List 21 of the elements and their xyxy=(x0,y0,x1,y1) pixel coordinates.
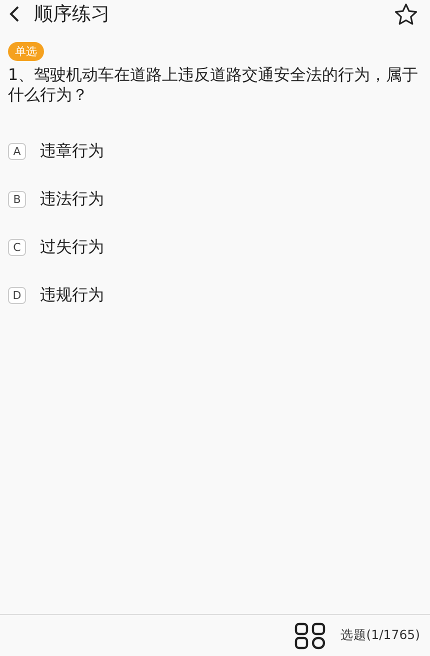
grid-icon xyxy=(294,622,326,650)
option-text: 违规行为 xyxy=(40,285,104,306)
answer-option[interactable]: D 违规行为 xyxy=(8,285,422,306)
question-text: 1、驾驶机动车在道路上违反道路交通安全法的行为，属于什么行为？ xyxy=(8,65,420,105)
option-letter: D xyxy=(8,287,26,304)
answer-option[interactable]: A 违章行为 xyxy=(8,141,422,162)
answer-option[interactable]: C 过失行为 xyxy=(8,237,422,258)
question-type-badge: 单选 xyxy=(8,42,44,61)
answer-option[interactable]: B 违法行为 xyxy=(8,189,422,210)
star-icon xyxy=(394,2,418,26)
page-title: 顺序练习 xyxy=(34,2,111,27)
option-text: 违法行为 xyxy=(40,189,104,210)
option-letter: A xyxy=(8,143,26,160)
option-letter: B xyxy=(8,191,26,208)
back-button[interactable] xyxy=(8,5,20,23)
option-letter: C xyxy=(8,239,26,256)
option-text: 过失行为 xyxy=(40,237,104,258)
question-picker-button[interactable]: 选题(1/1765) xyxy=(294,622,420,650)
favorite-button[interactable] xyxy=(394,2,418,26)
back-icon xyxy=(8,5,20,23)
option-text: 违章行为 xyxy=(40,141,104,162)
